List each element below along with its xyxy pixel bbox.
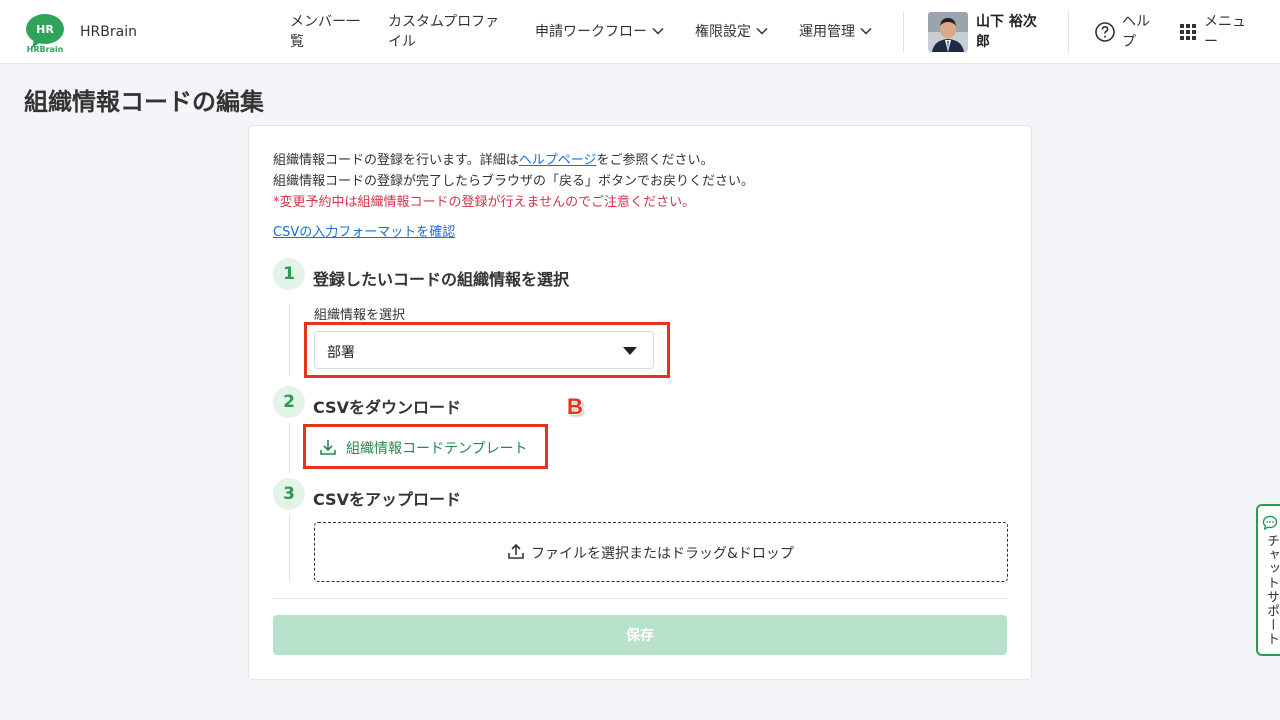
intro-line-1-prefix: 組織情報コードの登録を行います。詳細は — [273, 153, 519, 168]
step-2-title: CSVをダウンロード — [313, 398, 461, 417]
nav-permissions-label: 権限設定 — [695, 24, 751, 40]
nav-members[interactable]: メンバー一覧 — [290, 12, 370, 52]
nav-operations[interactable]: 運用管理 — [799, 22, 873, 42]
intro-text: 組織情報コードの登録を行います。詳細はヘルプページをご参照ください。 組織情報コ… — [273, 150, 754, 213]
help-page-link[interactable]: ヘルプページ — [519, 153, 597, 168]
step-3-rail — [289, 515, 290, 581]
nav-workflow-label: 申請ワークフロー — [535, 24, 647, 40]
intro-line-2: 組織情報コードの登録が完了したらブラウザの「戻る」ボタンでお戻りください。 — [273, 174, 755, 189]
hrbrain-logo[interactable]: HR HRBrain — [24, 12, 66, 54]
nav-workflow[interactable]: 申請ワークフロー — [535, 22, 665, 42]
user-avatar[interactable] — [928, 12, 968, 52]
nav-operations-label: 運用管理 — [799, 24, 855, 40]
intro-line-1: 組織情報コードの登録を行います。詳細はヘルプページをご参照ください。 — [273, 150, 754, 171]
brand-name: HRBrain — [80, 24, 137, 40]
upload-icon — [508, 543, 524, 559]
annotation-box-download — [303, 424, 548, 469]
step-2-rail — [289, 423, 290, 473]
svg-text:HRBrain: HRBrain — [27, 45, 64, 54]
page-title: 組織情報コードの編集 — [24, 88, 264, 116]
nav-custom-profile[interactable]: カスタムプロファイル — [388, 12, 506, 52]
help-circle-icon — [1095, 22, 1115, 42]
grid-icon — [1180, 24, 1196, 40]
chevron-down-icon — [756, 27, 768, 35]
help-label: ヘルプ — [1122, 14, 1150, 50]
main-card: 組織情報コードの登録を行います。詳細はヘルプページをご参照ください。 組織情報コ… — [248, 125, 1032, 680]
svg-text:HR: HR — [36, 23, 54, 36]
org-info-select-label: 組織情報を選択 — [314, 308, 406, 323]
intro-line-1-suffix: をご参照ください。 — [596, 153, 714, 168]
step-3-title: CSVをアップロード — [313, 490, 461, 509]
csv-format-link[interactable]: CSVの入力フォーマットを確認 — [273, 221, 455, 240]
chat-bubble-icon — [1262, 515, 1278, 531]
step-3-number: 3 — [273, 478, 305, 510]
annotation-letter: B — [567, 394, 583, 419]
chat-support-label: チャットサポート — [1264, 534, 1279, 646]
warning-text: *変更予約中は組織情報コードの登録が行えませんのでご注意ください。 — [273, 195, 696, 210]
top-header: HR HRBrain HRBrain メンバー一覧 カスタムプロファイル 申請ワ… — [0, 0, 1280, 64]
header-divider — [903, 12, 904, 52]
csv-upload-dropzone[interactable]: ファイルを選択またはドラッグ&ドロップ — [314, 522, 1008, 582]
chat-support-tab[interactable]: チャットサポート — [1256, 504, 1280, 656]
header-divider — [1068, 12, 1069, 52]
step-1-rail — [289, 303, 290, 376]
step-1-title: 登録したいコードの組織情報を選択 — [313, 270, 570, 289]
upload-label: ファイルを選択またはドラッグ&ドロップ — [531, 546, 794, 562]
chevron-down-icon — [860, 27, 872, 35]
card-divider — [273, 598, 1007, 599]
user-name[interactable]: 山下 裕次郎 — [976, 12, 1046, 52]
chevron-down-icon — [652, 27, 664, 35]
annotation-box-select — [304, 322, 670, 378]
step-1-number: 1 — [273, 258, 305, 290]
step-2-number: 2 — [273, 386, 305, 418]
save-button[interactable]: 保存 — [273, 615, 1007, 655]
nav-permissions[interactable]: 権限設定 — [695, 22, 769, 42]
menu-label: メニュー — [1204, 14, 1246, 50]
